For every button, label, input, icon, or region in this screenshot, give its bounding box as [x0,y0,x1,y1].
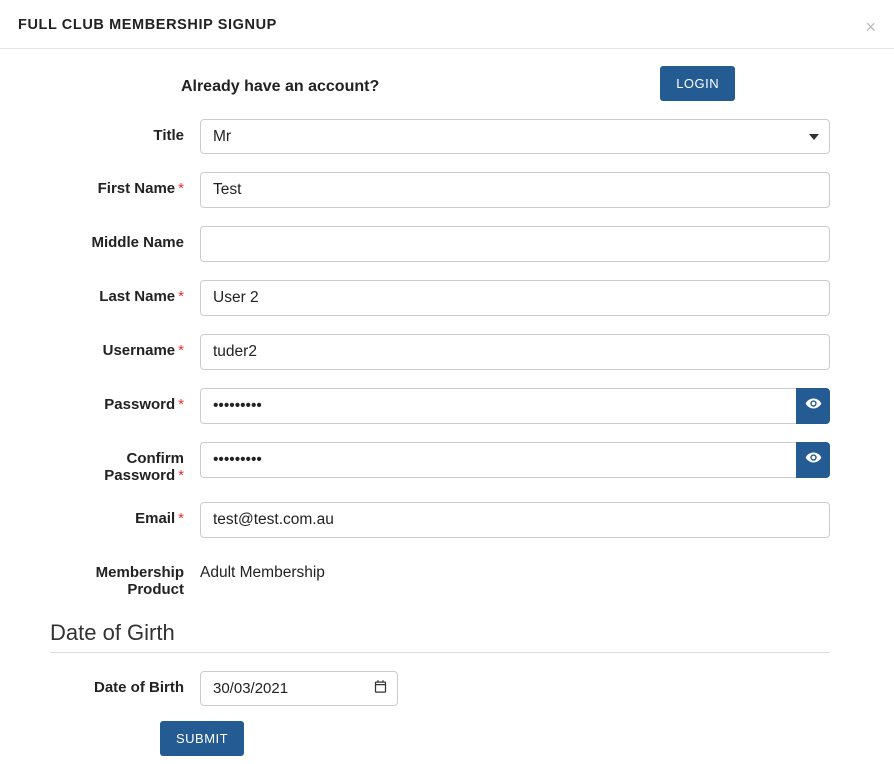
label-title: Title [50,119,190,144]
modal-footer: SUBMIT [0,713,894,764]
row-middle-name: Middle Name [50,226,830,262]
close-icon[interactable]: × [865,18,876,36]
row-membership-product: Membership Product Adult Membership [50,556,830,598]
row-confirm-password: Confirm Password* [50,442,830,484]
label-membership-product: Membership Product [50,556,190,598]
form-scroll-pane[interactable]: Already have an account? LOGIN Title Mr … [0,50,880,713]
label-middle-name: Middle Name [50,226,190,251]
confirm-password-input[interactable] [200,442,796,478]
signup-form: Already have an account? LOGIN Title Mr … [50,66,830,713]
middle-name-input[interactable] [200,226,830,262]
date-of-birth-input[interactable] [200,671,398,706]
account-prompt-text: Already have an account? [50,72,510,96]
email-input[interactable] [200,502,830,538]
label-username: Username* [50,334,190,359]
label-date-of-birth: Date of Birth [50,671,190,696]
section-heading-dob: Date of Girth [50,620,830,653]
account-prompt-row: Already have an account? LOGIN [50,66,830,101]
password-input[interactable] [200,388,796,424]
show-password-button[interactable] [796,388,830,424]
login-button[interactable]: LOGIN [660,66,735,101]
eye-icon [805,449,822,471]
first-name-input[interactable] [200,172,830,208]
row-username: Username* [50,334,830,370]
last-name-input[interactable] [200,280,830,316]
row-password: Password* [50,388,830,424]
label-confirm-password: Confirm Password* [50,442,190,484]
username-input[interactable] [200,334,830,370]
label-password: Password* [50,388,190,413]
submit-button[interactable]: SUBMIT [160,721,244,756]
label-email: Email* [50,502,190,527]
login-button-wrap: LOGIN [510,66,830,101]
modal-title: FULL CLUB MEMBERSHIP SIGNUP [18,17,277,33]
show-confirm-password-button[interactable] [796,442,830,478]
label-last-name: Last Name* [50,280,190,305]
modal-header: FULL CLUB MEMBERSHIP SIGNUP × [0,0,894,49]
row-last-name: Last Name* [50,280,830,316]
membership-product-value: Adult Membership [200,556,325,582]
row-date-of-birth: Date of Birth [50,671,830,706]
row-title: Title Mr [50,119,830,154]
row-first-name: First Name* [50,172,830,208]
label-first-name: First Name* [50,172,190,197]
title-select[interactable]: Mr [200,119,830,154]
eye-icon [805,395,822,417]
row-email: Email* [50,502,830,538]
